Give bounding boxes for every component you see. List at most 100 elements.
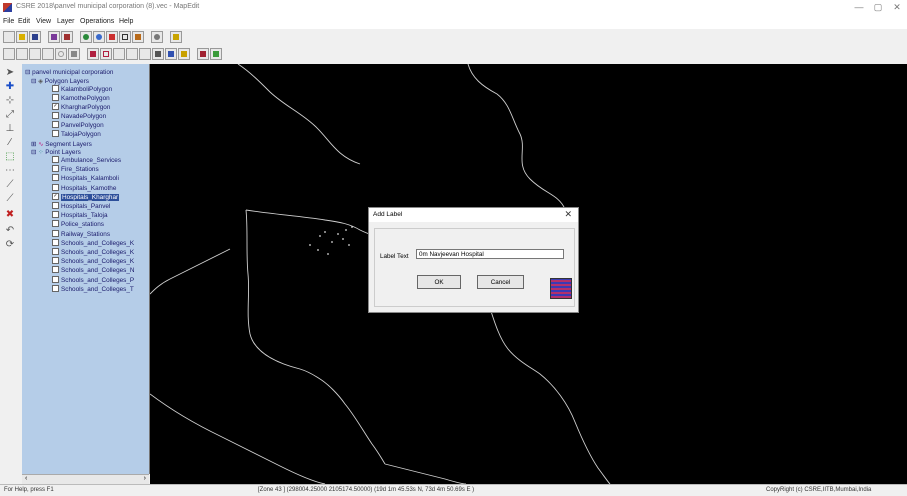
collapse-icon[interactable]: ⊟ [31,78,36,85]
layer-checkbox[interactable] [52,257,59,265]
color-palette-icon[interactable] [550,278,572,299]
layer-item[interactable]: Fire_Stations [52,165,99,173]
edit-line-icon[interactable]: ∕ [2,136,18,150]
layer-checkbox[interactable] [52,220,59,228]
refresh-icon[interactable]: ⟳ [2,238,18,252]
layer-checkbox[interactable] [52,275,59,283]
layer-item[interactable]: Hospitals_Panvel [52,202,110,210]
connect-icon[interactable]: ⟋ [2,178,18,192]
layer-checkbox[interactable] [52,248,59,255]
layer-checkbox[interactable] [52,284,59,292]
maximize-button[interactable]: ▢ [869,1,887,14]
table-icon[interactable] [152,48,164,60]
draw-polyline-icon[interactable] [16,48,28,60]
grid-icon[interactable] [126,48,138,60]
menu-view[interactable]: View [36,18,51,25]
menu-help[interactable]: Help [119,18,133,25]
measure-icon[interactable]: ⋯ [2,164,18,178]
layer-item[interactable]: Schools_and_Colleges_N [52,266,135,275]
layer-item[interactable]: PanvelPolygon [52,121,104,129]
collapse-icon[interactable]: ⊟ [31,149,36,156]
layer-item[interactable]: Schools_and_Colleges_T [52,284,134,293]
new-file-icon[interactable] [3,31,15,43]
layer-checkbox[interactable] [52,85,59,92]
segment-layers-group[interactable]: ⊞ ∿ Segment Layers [31,140,92,148]
raster-icon[interactable] [197,48,209,60]
split-icon[interactable]: ⊥ [2,122,18,136]
snap-icon[interactable]: ⟋ [2,192,18,206]
close-button[interactable]: ✕ [888,1,906,14]
layer-checkbox[interactable] [52,94,59,101]
minimize-button[interactable]: — [850,1,868,14]
table-color-icon[interactable] [165,48,177,60]
layer-checkbox[interactable] [52,174,59,182]
scroll-right-icon[interactable]: › [144,475,146,482]
edit-point-icon[interactable]: ⊹ [2,94,18,108]
copy-icon[interactable] [48,31,60,43]
expand-icon[interactable]: ⊞ [31,141,36,148]
layer-checkbox[interactable] [52,238,59,246]
layer-item[interactable]: Schools_and_Colleges_K [52,257,134,265]
zoom-in-icon[interactable] [80,31,92,43]
layer-checkbox[interactable]: ✓ [52,103,59,110]
circle-icon[interactable] [55,48,67,60]
layer-checkbox[interactable] [52,130,59,137]
layer-checkbox[interactable] [52,156,59,163]
select-arrow-icon[interactable]: ➤ [2,66,18,80]
collapse-icon[interactable]: ⊟ [25,69,30,76]
pan-icon[interactable] [132,31,144,43]
menu-file[interactable]: File [3,18,14,25]
layer-checkbox[interactable] [52,229,59,237]
dialog-close-icon[interactable]: ✕ [564,209,572,220]
legend-icon[interactable] [178,48,190,60]
settings-icon[interactable] [151,31,163,43]
layer-item[interactable]: Police_stations [52,220,104,229]
polygon-layers-group[interactable]: ⊟ ◈ Polygon Layers [31,77,89,85]
rect-icon[interactable] [100,48,112,60]
label-tool-icon[interactable]: ⬚ [2,150,18,164]
layer-item[interactable]: KalamboliPolygon [52,85,112,93]
point-layers-group[interactable]: ⊟ ⁘ Point Layers [31,148,81,156]
layer-item[interactable]: KamothePolygon [52,94,110,102]
layer-checkbox[interactable] [52,121,59,128]
map-icon[interactable] [210,48,222,60]
layer-item[interactable]: TalojaPolygon [52,130,101,138]
ok-button[interactable]: OK [417,275,461,289]
delete-icon[interactable]: ✖ [2,208,18,222]
layer-item[interactable]: Ambulance_Services [52,156,121,164]
menu-layer[interactable]: Layer [57,18,75,25]
move-icon[interactable]: ⤢ [2,108,18,122]
node-icon[interactable] [42,48,54,60]
undo-icon[interactable]: ↶ [2,224,18,238]
menu-edit[interactable]: Edit [18,18,30,25]
help-icon[interactable] [170,31,182,43]
layer-checkbox[interactable] [52,112,59,119]
layer-item[interactable]: Railway_Stations [52,229,110,238]
layer-item[interactable]: Schools_and_Colleges_K [52,238,134,247]
layer-item[interactable]: ✓ KhargharPolygon [52,103,110,111]
draw-arc-icon[interactable] [29,48,41,60]
layer-item[interactable]: Hospitals_Taloja [52,211,108,219]
layer-checkbox[interactable] [52,266,59,274]
rect-fill-icon[interactable] [87,48,99,60]
layer-item[interactable]: NavadePolygon [52,112,106,120]
layer-checkbox[interactable] [52,202,59,209]
save-icon[interactable] [29,31,41,43]
layer-checkbox[interactable]: ✓ [52,192,59,200]
fill-icon[interactable] [68,48,80,60]
layer-icon[interactable] [119,31,131,43]
grid-alt-icon[interactable] [139,48,151,60]
layer-item[interactable]: Hospitals_Kamothe [52,183,116,192]
layer-checkbox[interactable] [52,165,59,173]
paste-icon[interactable] [61,31,73,43]
zoom-extent-icon[interactable] [106,31,118,43]
layer-checkbox[interactable] [52,211,59,219]
layer-item[interactable]: Schools_and_Colleges_P [52,275,134,284]
cancel-button[interactable]: Cancel [477,275,524,289]
layer-item[interactable]: Hospitals_Kalamboli [52,174,119,183]
zoom-out-icon[interactable] [93,31,105,43]
label-text-input[interactable]: 0m Navjeevan Hospital [416,249,564,259]
layer-checkbox[interactable] [52,183,59,191]
scroll-left-icon[interactable]: ‹ [25,475,27,482]
tree-root[interactable]: ⊟ panvel municipal corporation [25,68,114,76]
